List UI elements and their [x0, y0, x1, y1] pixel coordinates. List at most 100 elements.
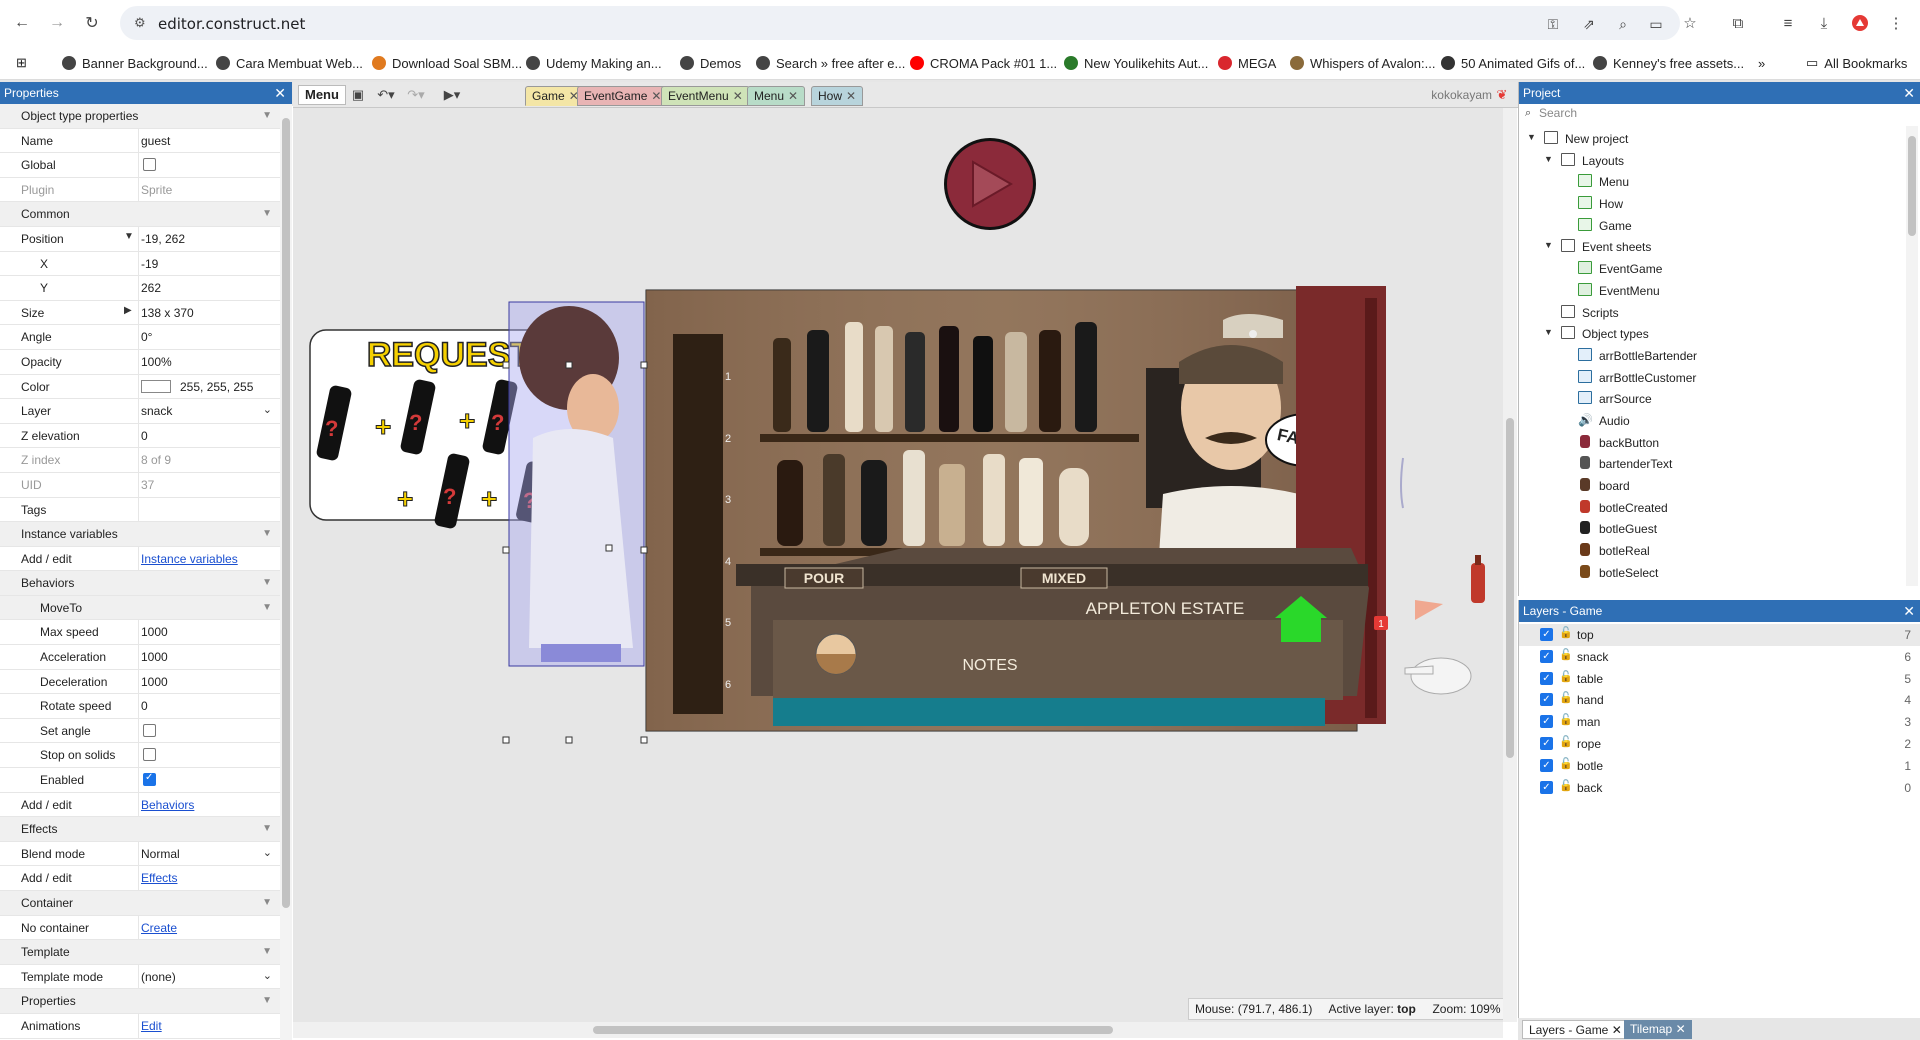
- menu-icon[interactable]: ⋮: [1884, 11, 1908, 35]
- tab-eventgame[interactable]: EventGame ✕: [577, 86, 669, 106]
- tab-tilemap[interactable]: Tilemap ✕: [1624, 1020, 1692, 1039]
- property-section[interactable]: MoveTo ▼: [0, 595, 280, 621]
- property-value[interactable]: 1000: [141, 650, 168, 664]
- project-scroll-thumb[interactable]: [1908, 136, 1916, 236]
- property-row[interactable]: Enabled: [0, 768, 280, 793]
- property-row[interactable]: Add / edit Instance variables: [0, 546, 280, 572]
- property-checkbox[interactable]: [143, 772, 156, 787]
- layer-visible-checkbox[interactable]: ✓: [1540, 780, 1553, 794]
- tab-eventmenu[interactable]: EventMenu ✕: [661, 86, 750, 106]
- property-row[interactable]: Acceleration 1000: [0, 645, 280, 670]
- project-tree-item[interactable]: ▼ Event sheets: [1519, 236, 1909, 258]
- expand-toggle-icon[interactable]: ▼: [1544, 327, 1553, 337]
- preview-icon[interactable]: ▶▾: [443, 85, 461, 105]
- project-tree-item[interactable]: EventGame: [1519, 258, 1909, 280]
- tab-menu[interactable]: Menu ✕: [747, 86, 806, 106]
- lock-icon[interactable]: 🔓: [1559, 757, 1573, 770]
- layout-horizontal-scrollbar[interactable]: [293, 1022, 1503, 1038]
- vscroll-thumb[interactable]: [1506, 418, 1514, 758]
- property-row[interactable]: Layer snack ⌄: [0, 399, 280, 424]
- layer-visible-checkbox[interactable]: ✓: [1540, 715, 1553, 729]
- expand-toggle-icon[interactable]: ▼: [1544, 240, 1553, 250]
- bookmark-item[interactable]: Udemy Making an...: [526, 54, 662, 72]
- project-tree-item[interactable]: EventMenu: [1519, 280, 1909, 302]
- property-value[interactable]: 0: [141, 429, 148, 443]
- property-value[interactable]: -19: [141, 257, 158, 271]
- close-icon[interactable]: ✕: [1612, 1023, 1622, 1037]
- mixed-button[interactable]: MIXED: [1020, 567, 1108, 589]
- property-row[interactable]: Tags: [0, 497, 280, 523]
- layer-item[interactable]: ✓ 🔓 man 3: [1519, 711, 1920, 733]
- arrow-sprite[interactable]: [1415, 600, 1443, 620]
- project-tree-item[interactable]: botleSelect: [1519, 562, 1909, 584]
- redo-icon[interactable]: ↷▾: [407, 85, 425, 105]
- property-value[interactable]: 138 x 370: [141, 306, 194, 320]
- property-value[interactable]: 1000: [141, 675, 168, 689]
- property-value[interactable]: snack: [141, 404, 172, 418]
- property-value[interactable]: 0°: [141, 330, 152, 344]
- property-row[interactable]: Global: [0, 153, 280, 178]
- property-row[interactable]: Angle 0°: [0, 325, 280, 350]
- user-avatar-icon[interactable]: ❦: [1493, 85, 1511, 105]
- color-swatch[interactable]: [141, 379, 171, 393]
- collapse-chevron-icon[interactable]: ▼: [262, 602, 272, 613]
- bookmark-item[interactable]: MEGA: [1218, 54, 1276, 72]
- profile-icon[interactable]: [1848, 11, 1872, 35]
- property-row[interactable]: Z elevation 0: [0, 423, 280, 449]
- property-value[interactable]: Normal: [141, 847, 180, 861]
- property-value[interactable]: -19, 262: [141, 232, 185, 246]
- bookmark-item[interactable]: Whispers of Avalon:...: [1290, 54, 1436, 72]
- forward-icon[interactable]: →: [45, 11, 69, 35]
- project-tree-item[interactable]: Scripts: [1519, 302, 1909, 324]
- collapse-chevron-icon[interactable]: ▼: [262, 208, 272, 219]
- expand-arrow-icon[interactable]: ▶: [124, 305, 132, 316]
- property-row[interactable]: Color 255, 255, 255: [0, 374, 280, 400]
- lock-icon[interactable]: 🔓: [1559, 670, 1573, 683]
- property-section[interactable]: Container ▼: [0, 891, 280, 916]
- close-icon[interactable]: ✕: [733, 89, 743, 103]
- bookmark-item[interactable]: New Youlikehits Aut...: [1064, 54, 1208, 72]
- layout-vertical-scrollbar[interactable]: [1503, 108, 1517, 1022]
- lock-icon[interactable]: 🔓: [1559, 735, 1573, 748]
- layer-visible-checkbox[interactable]: ✓: [1540, 736, 1553, 750]
- layer-visible-checkbox[interactable]: ✓: [1540, 649, 1553, 663]
- property-row[interactable]: Size ▶ 138 x 370: [0, 300, 280, 326]
- property-row[interactable]: No container Create: [0, 915, 280, 941]
- property-row[interactable]: Add / edit Behaviors: [0, 792, 280, 818]
- property-checkbox[interactable]: [143, 748, 156, 762]
- layer-item[interactable]: ✓ 🔓 snack 6: [1519, 646, 1920, 668]
- install-icon[interactable]: ▭: [1647, 15, 1665, 33]
- property-link[interactable]: Effects: [141, 871, 177, 885]
- close-icon[interactable]: ✕: [788, 89, 798, 103]
- project-scrollbar[interactable]: [1906, 126, 1918, 586]
- property-row[interactable]: Stop on solids: [0, 743, 280, 769]
- lock-icon[interactable]: 🔓: [1559, 779, 1573, 792]
- user-name[interactable]: kokokayam: [1431, 88, 1492, 102]
- layout-view[interactable]: 1 2 3 4 5 6 REQUEST ? ? ? ? ? + + + + PO…: [293, 108, 1503, 1022]
- open-in-app-icon[interactable]: ⇗: [1580, 15, 1598, 33]
- property-row[interactable]: Y 262: [0, 276, 280, 301]
- project-tree-item[interactable]: ▼ Layouts: [1519, 150, 1909, 172]
- project-tree-item[interactable]: 🔊 Audio: [1519, 410, 1909, 432]
- collapse-chevron-icon[interactable]: ▼: [262, 577, 272, 588]
- project-tree-item[interactable]: bartenderText: [1519, 453, 1909, 475]
- lock-icon[interactable]: 🔓: [1559, 713, 1573, 726]
- more-bookmarks-button[interactable]: »: [1758, 54, 1765, 72]
- small-bottle-sprite[interactable]: [1471, 555, 1485, 603]
- lock-icon[interactable]: 🔓: [1559, 691, 1573, 704]
- property-value[interactable]: 37: [141, 478, 154, 492]
- property-section[interactable]: Common ▼: [0, 202, 280, 227]
- key-icon[interactable]: ⚿: [1544, 15, 1562, 33]
- address-bar[interactable]: ⚙ editor.construct.net ⚿ ⇗ ⌕ ▭: [120, 6, 1680, 40]
- main-menu-button[interactable]: Menu: [298, 85, 346, 105]
- collapse-chevron-icon[interactable]: ▼: [262, 110, 272, 121]
- property-link[interactable]: Create: [141, 921, 177, 935]
- tab-layers[interactable]: Layers - Game ✕: [1522, 1020, 1629, 1039]
- property-row[interactable]: Name guest: [0, 128, 280, 154]
- project-tree-item[interactable]: botleReal: [1519, 540, 1909, 562]
- collapse-chevron-icon[interactable]: ▼: [262, 897, 272, 908]
- project-tree-item[interactable]: How: [1519, 193, 1909, 215]
- property-row[interactable]: Opacity 100%: [0, 349, 280, 375]
- property-row[interactable]: Plugin Sprite: [0, 177, 280, 203]
- dropdown-chevron-icon[interactable]: ⌄: [263, 846, 272, 859]
